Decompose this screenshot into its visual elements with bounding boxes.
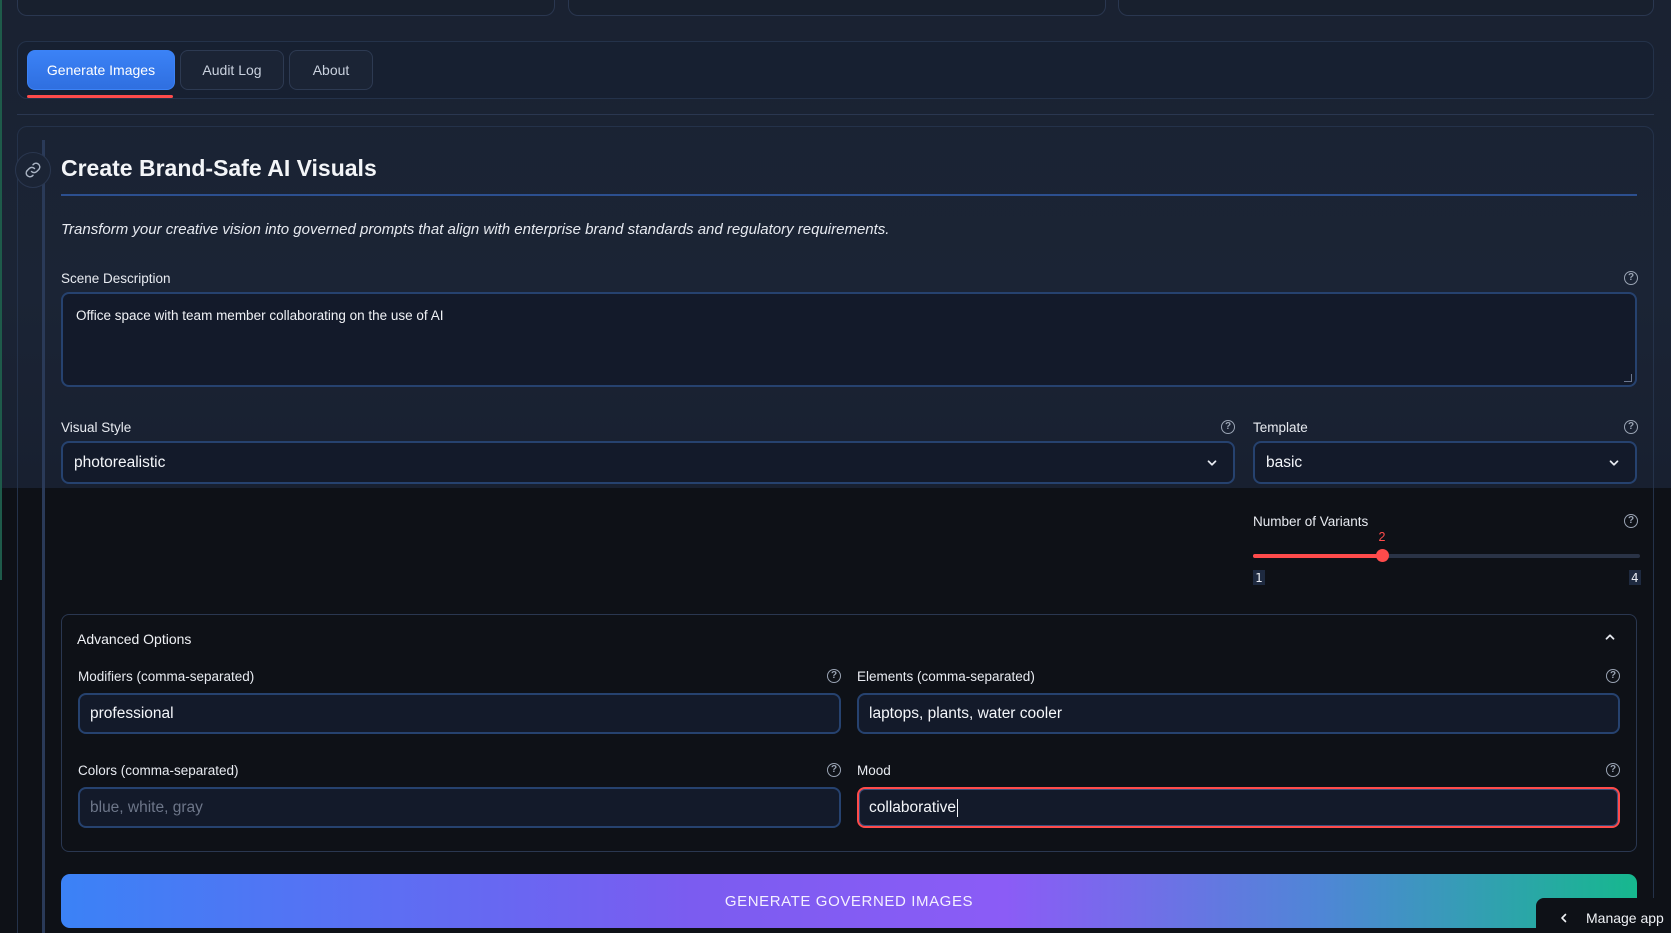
slider-value: 2 (1378, 530, 1386, 544)
metric-card (568, 0, 1106, 16)
template-value: basic (1266, 453, 1303, 471)
help-icon[interactable]: ? (1606, 763, 1620, 777)
slider-thumb[interactable] (1376, 549, 1389, 562)
variants-slider[interactable] (1253, 549, 1640, 562)
page-title: Create Brand-Safe AI Visuals (61, 155, 377, 181)
mood-value: collaborative (869, 798, 957, 816)
help-icon[interactable]: ? (1624, 420, 1638, 434)
mood-input[interactable]: collaborative (857, 787, 1620, 828)
mood-label: Mood (857, 763, 891, 778)
colors-input[interactable]: blue, white, gray (78, 787, 841, 828)
scene-description-label: Scene Description (61, 271, 171, 286)
help-icon[interactable]: ? (1624, 514, 1638, 528)
chevron-up-icon[interactable] (1603, 630, 1617, 644)
title-underline (61, 194, 1637, 196)
template-select[interactable]: basic (1253, 441, 1637, 484)
template-label: Template (1253, 420, 1308, 435)
slider-min-label: 1 (1253, 570, 1265, 585)
active-tab-indicator (27, 95, 173, 98)
advanced-options-title[interactable]: Advanced Options (77, 631, 191, 647)
help-icon[interactable]: ? (1221, 420, 1235, 434)
help-icon[interactable]: ? (1624, 271, 1638, 285)
scene-description-textarea[interactable]: Office space with team member collaborat… (61, 292, 1637, 387)
app-root: Generate Images Audit Log About Create B… (0, 0, 1671, 933)
slider-max-label: 4 (1629, 570, 1641, 585)
left-accent-bar (0, 0, 2, 580)
modifiers-value: professional (90, 704, 174, 722)
elements-input[interactable]: laptops, plants, water cooler (857, 693, 1620, 734)
chevron-left-icon (1561, 913, 1567, 923)
modifiers-label: Modifiers (comma-separated) (78, 669, 255, 684)
help-icon[interactable]: ? (827, 669, 841, 683)
resize-handle-icon[interactable] (1624, 374, 1632, 382)
colors-label: Colors (comma-separated) (78, 763, 239, 778)
link-icon[interactable] (15, 152, 51, 188)
variants-label: Number of Variants (1253, 514, 1369, 529)
help-icon[interactable]: ? (827, 763, 841, 777)
tab-bar: Generate Images Audit Log About (17, 41, 1654, 99)
visual-style-label: Visual Style (61, 420, 132, 435)
help-icon[interactable]: ? (1606, 669, 1620, 683)
elements-value: laptops, plants, water cooler (869, 704, 1062, 722)
colors-placeholder: blue, white, gray (90, 798, 203, 816)
manage-app-label: Manage app (1586, 910, 1664, 926)
generate-governed-images-button[interactable]: GENERATE GOVERNED IMAGES (61, 874, 1637, 928)
page-subtitle: Transform your creative vision into gove… (61, 221, 890, 238)
tab-audit-log[interactable]: Audit Log (180, 50, 284, 90)
slider-fill (1253, 554, 1382, 558)
tab-about[interactable]: About (289, 50, 373, 90)
modifiers-input[interactable]: professional (78, 693, 841, 734)
tab-generate-images[interactable]: Generate Images (27, 50, 175, 90)
visual-style-select[interactable]: photorealistic (61, 441, 1235, 484)
chevron-down-icon (1609, 460, 1619, 466)
elements-label: Elements (comma-separated) (857, 669, 1035, 684)
chevron-down-icon (1207, 460, 1217, 466)
manage-app-button[interactable]: Manage app (1536, 898, 1671, 933)
visual-style-value: photorealistic (74, 453, 166, 471)
scene-description-value: Office space with team member collaborat… (76, 308, 444, 323)
divider (17, 114, 1654, 115)
panel-left-border (42, 140, 45, 933)
metric-card (1118, 0, 1654, 16)
metric-card (17, 0, 555, 16)
text-caret (957, 798, 959, 817)
